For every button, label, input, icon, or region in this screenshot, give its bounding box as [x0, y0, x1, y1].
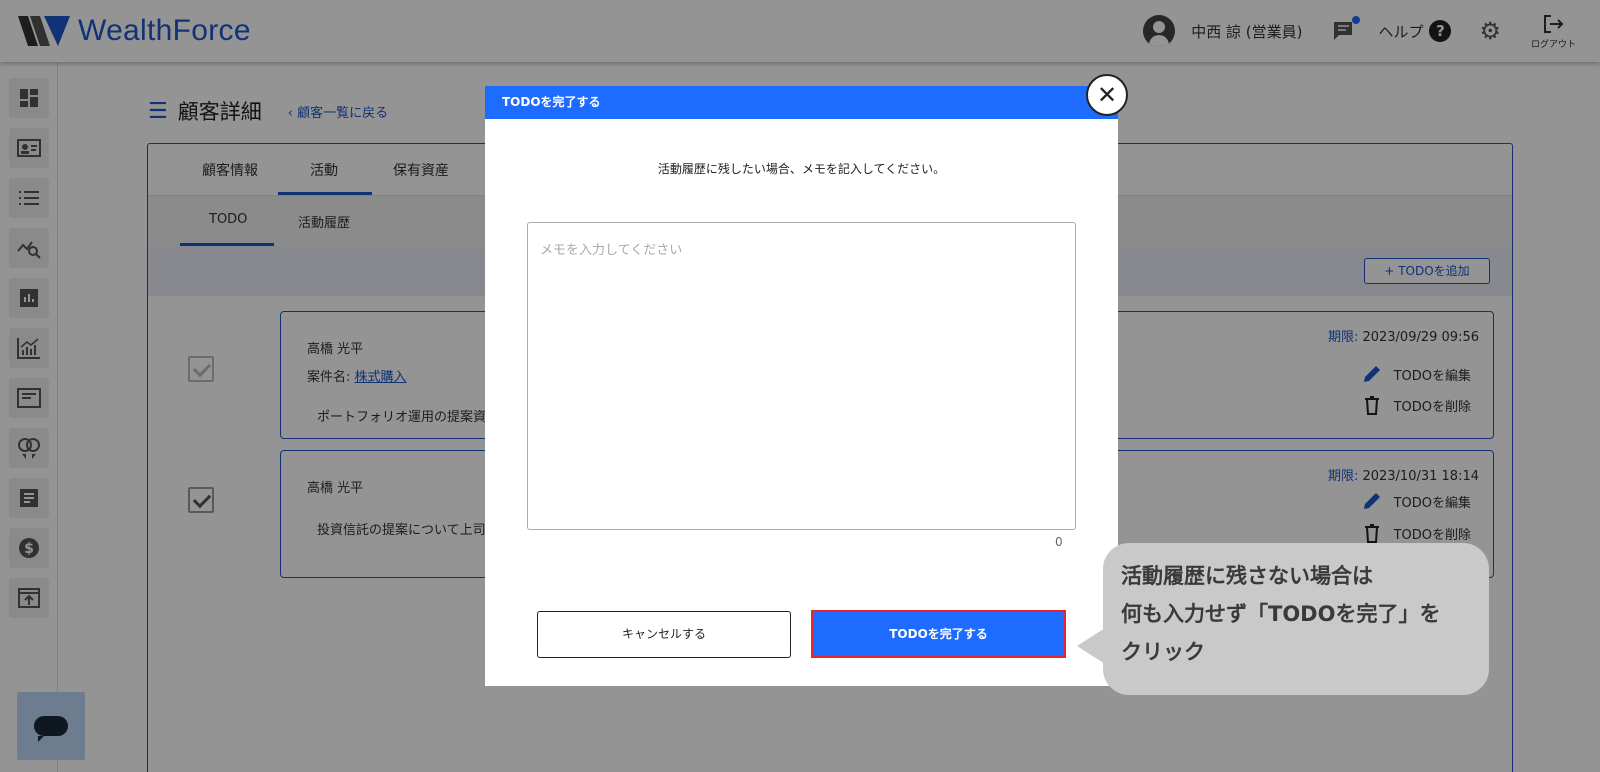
close-icon[interactable]: ✕: [1086, 74, 1128, 116]
complete-todo-button[interactable]: TODOを完了する: [811, 610, 1066, 658]
instruction-callout: 活動履歴に残さない場合は 何も入力せず「TODOを完了」を クリック: [1077, 543, 1489, 695]
modal-title: TODOを完了する: [485, 86, 1118, 119]
memo-char-count: 0: [1055, 535, 1063, 549]
modal-instruction: 活動履歴に残したい場合、メモを記入してください。: [657, 162, 946, 176]
cancel-button[interactable]: キャンセルする: [537, 611, 791, 658]
callout-line: 活動履歴に残さない場合は: [1121, 564, 1373, 588]
callout-line: 何も入力せず「TODOを完了」を: [1121, 602, 1441, 626]
complete-todo-modal: TODOを完了する 活動履歴に残したい場合、メモを記入してください。 0 キャン…: [485, 86, 1118, 686]
callout-line: クリック: [1121, 640, 1205, 664]
memo-textarea[interactable]: [527, 222, 1076, 530]
